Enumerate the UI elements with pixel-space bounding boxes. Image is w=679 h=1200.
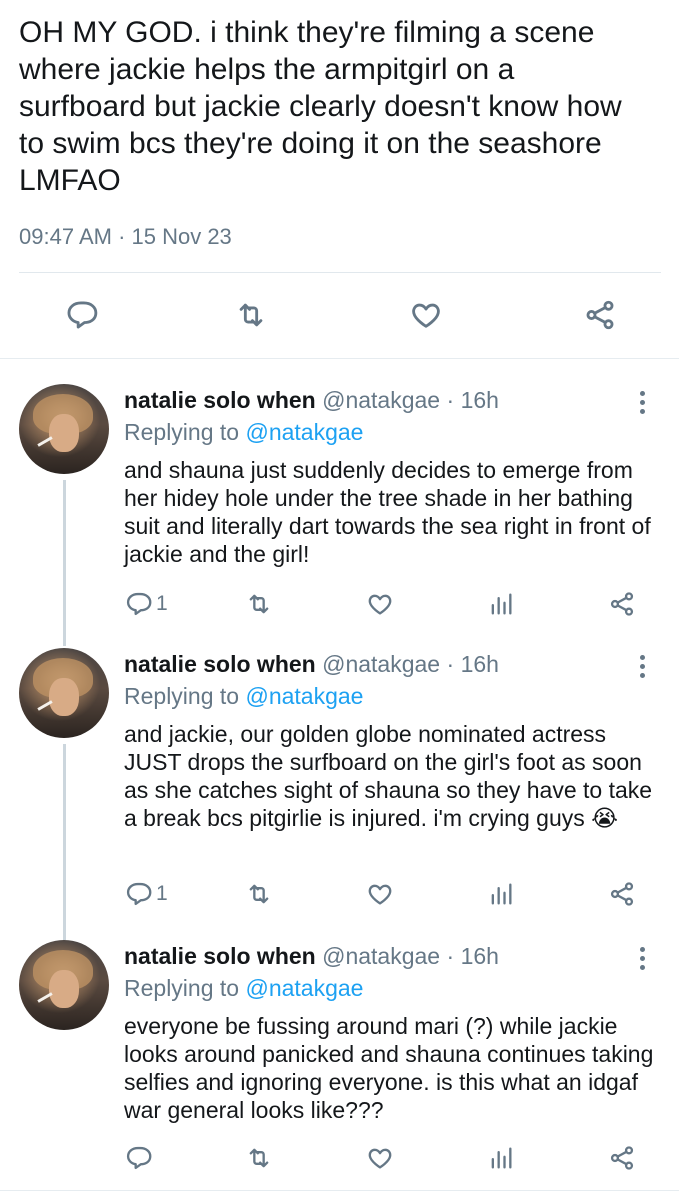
replying-to-label: Replying to [124, 419, 240, 445]
analytics-button[interactable] [487, 1140, 515, 1176]
avatar[interactable] [19, 940, 109, 1030]
retweet-button[interactable] [231, 292, 271, 338]
share-icon [586, 300, 614, 330]
replying-to: Replying to @natakgae [124, 418, 363, 446]
separator-dot: · [446, 943, 455, 969]
retweet-button[interactable] [245, 876, 273, 912]
reply-header: natalie solo when @natakgae · 16h [124, 942, 499, 970]
separator-dot: · [446, 651, 455, 677]
share-button[interactable] [608, 1140, 636, 1176]
reply-count: 1 [156, 592, 168, 615]
like-button[interactable] [366, 876, 394, 912]
reply-icon [126, 1146, 152, 1170]
retweet-icon [239, 303, 263, 327]
reply-text: everyone be fussing around mari (?) whil… [124, 1013, 654, 1123]
user-handle[interactable]: @natakgae [322, 651, 440, 677]
more-options-icon[interactable] [632, 388, 652, 418]
reply-age[interactable]: 16h [461, 387, 499, 413]
user-handle[interactable]: @natakgae [322, 943, 440, 969]
reply-icon [126, 882, 152, 906]
reply-button[interactable] [124, 1140, 156, 1176]
reply-button[interactable] [61, 292, 101, 338]
share-button[interactable] [580, 292, 620, 338]
reply-text: and shauna just suddenly decides to emer… [124, 457, 651, 567]
replying-to: Replying to @natakgae [124, 974, 363, 1002]
like-button[interactable] [406, 292, 446, 338]
avatar[interactable] [19, 648, 109, 738]
replying-to-label: Replying to [124, 975, 240, 1001]
reply-header: natalie solo when @natakgae · 16h [124, 386, 499, 414]
reply-button[interactable]: 1 [124, 586, 168, 622]
retweet-icon [249, 884, 269, 904]
like-button[interactable] [366, 1140, 394, 1176]
user-handle[interactable]: @natakgae [322, 387, 440, 413]
share-icon [610, 1146, 634, 1170]
reply-tweet[interactable]: natalie solo when @natakgae · 16h Replyi… [0, 940, 679, 1180]
more-options-icon[interactable] [632, 944, 652, 974]
mention-link[interactable]: @natakgae [245, 419, 363, 445]
reply-tweet[interactable]: natalie solo when @natakgae · 16h Replyi… [0, 384, 679, 646]
mention-link[interactable]: @natakgae [245, 975, 363, 1001]
like-icon [368, 884, 392, 905]
retweet-button[interactable] [245, 586, 273, 622]
share-button[interactable] [608, 876, 636, 912]
reply-actions: 1 [0, 586, 679, 626]
retweet-icon [249, 594, 269, 614]
reply-icon [126, 592, 152, 616]
more-options-icon[interactable] [632, 652, 652, 682]
mention-link[interactable]: @natakgae [245, 683, 363, 709]
separator-dot: · [446, 387, 455, 413]
avatar[interactable] [19, 384, 109, 474]
display-name[interactable]: natalie solo when [124, 387, 316, 413]
main-tweet-text: OH MY GOD. i think they're filming a sce… [19, 16, 622, 197]
analytics-icon [491, 883, 512, 905]
analytics-icon [491, 593, 512, 615]
analytics-button[interactable] [487, 586, 515, 622]
reply-age[interactable]: 16h [461, 651, 499, 677]
display-name[interactable]: natalie solo when [124, 943, 316, 969]
analytics-button[interactable] [487, 876, 515, 912]
display-name[interactable]: natalie solo when [124, 651, 316, 677]
reply-text: and jackie, our golden globe nominated a… [124, 721, 653, 831]
main-tweet-timestamp: 09:47 AM · 15 Nov 23 [19, 224, 232, 249]
reply-tweet[interactable]: natalie solo when @natakgae · 16h Replyi… [0, 648, 679, 940]
divider [0, 1190, 679, 1191]
main-tweet: OH MY GOD. i think they're filming a sce… [0, 0, 679, 359]
reply-button[interactable]: 1 [124, 876, 168, 912]
replying-to: Replying to @natakgae [124, 682, 363, 710]
reply-actions: 1 [0, 876, 679, 916]
like-icon [412, 303, 440, 328]
retweet-button[interactable] [245, 1140, 273, 1176]
reply-actions [0, 1140, 679, 1180]
share-button[interactable] [608, 586, 636, 622]
share-icon [610, 592, 634, 616]
like-icon [368, 1148, 392, 1169]
reply-age[interactable]: 16h [461, 943, 499, 969]
like-button[interactable] [366, 586, 394, 622]
reply-header: natalie solo when @natakgae · 16h [124, 650, 499, 678]
share-icon [610, 882, 634, 906]
reply-count: 1 [156, 882, 168, 905]
divider [19, 272, 661, 273]
replying-to-label: Replying to [124, 683, 240, 709]
main-tweet-actions [0, 292, 679, 342]
reply-icon [67, 301, 98, 329]
retweet-icon [249, 1148, 269, 1168]
analytics-icon [491, 1147, 512, 1169]
like-icon [368, 594, 392, 615]
